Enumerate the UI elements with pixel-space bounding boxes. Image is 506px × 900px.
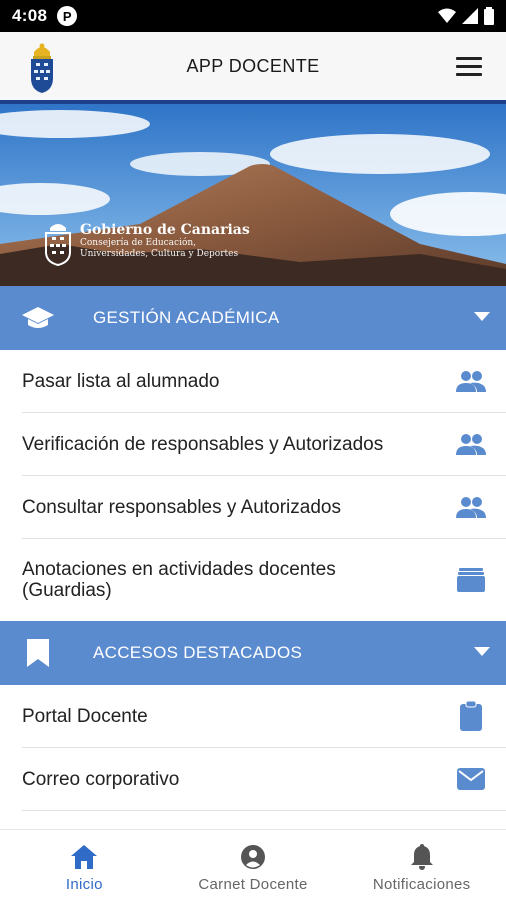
people-icon [456, 492, 486, 522]
list-item-consultar[interactable]: Consultar responsables y Autorizados [22, 476, 506, 539]
list-item-label: Verificación de responsables y Autorizad… [22, 433, 384, 455]
nav-label: Notificaciones [372, 876, 471, 893]
list-item-label: Anotaciones en actividades docentes (Gua… [22, 559, 336, 601]
wifi-icon [438, 8, 456, 23]
account-circle-icon [240, 844, 266, 870]
banner-department-line2: Universidades, Cultura y Deportes [80, 249, 239, 259]
app-header: APP DOCENTE [0, 32, 506, 104]
chevron-down-icon[interactable] [474, 647, 490, 656]
page-title: APP DOCENTE [186, 55, 320, 76]
people-icon [456, 429, 486, 459]
folder-icon [456, 565, 486, 595]
signal-icon [462, 8, 478, 24]
bottom-navigation: Inicio Carnet Docente Notificaciones [0, 829, 506, 900]
header-banner-image: Gobierno de Canarias Consejería de Educa… [0, 104, 506, 286]
people-icon [456, 366, 486, 396]
canarias-crest-icon [31, 43, 53, 93]
graduation-cap-icon [22, 302, 54, 334]
section-accesos-destacados[interactable]: ACCESOS DESTACADOS [0, 621, 506, 685]
canarias-shield-icon [45, 224, 71, 266]
list-item-correo-corporativo[interactable]: Correo corporativo [22, 748, 506, 811]
clipboard-icon [456, 701, 486, 731]
status-bar: 4:08 P [0, 0, 506, 32]
hamburger-menu-icon[interactable] [456, 57, 482, 77]
bookmark-icon [22, 637, 54, 669]
banner-department-line1: Consejería de Educación, [80, 238, 197, 248]
gobierno-de-canarias-logo: Gobierno de Canarias Consejería de Educa… [44, 222, 250, 266]
list-item-label: Pasar lista al alumnado [22, 370, 220, 392]
bell-icon [409, 844, 435, 870]
app-notification-icon: P [57, 6, 78, 26]
chevron-down-icon[interactable] [474, 312, 490, 321]
list-item-pasar-lista[interactable]: Pasar lista al alumnado [22, 350, 506, 413]
home-icon [71, 844, 98, 870]
nav-label: Inicio [65, 876, 103, 893]
nav-label: Carnet Docente [198, 876, 308, 893]
mail-icon [456, 764, 486, 794]
list-item-label: Correo corporativo [22, 768, 180, 790]
section-gestion-academica[interactable]: GESTIÓN ACADÉMICA [0, 286, 506, 350]
list-item-anotaciones[interactable]: Anotaciones en actividades docentes (Gua… [22, 539, 506, 621]
banner-brand: Gobierno de Canarias [80, 222, 250, 238]
battery-icon [484, 7, 494, 25]
list-item-portal-docente[interactable]: Portal Docente [22, 685, 506, 748]
section-title: ACCESOS DESTACADOS [93, 643, 303, 662]
status-time: 4:08 [12, 6, 48, 25]
nav-inicio[interactable]: Inicio [0, 830, 169, 900]
list-item-label: Portal Docente [22, 705, 148, 727]
section-title: GESTIÓN ACADÉMICA [93, 308, 280, 327]
list-item-label: Consultar responsables y Autorizados [22, 496, 341, 518]
nav-notificaciones[interactable]: Notificaciones [337, 830, 506, 900]
nav-carnet-docente[interactable]: Carnet Docente [169, 830, 338, 900]
list-item-verificacion[interactable]: Verificación de responsables y Autorizad… [22, 413, 506, 476]
